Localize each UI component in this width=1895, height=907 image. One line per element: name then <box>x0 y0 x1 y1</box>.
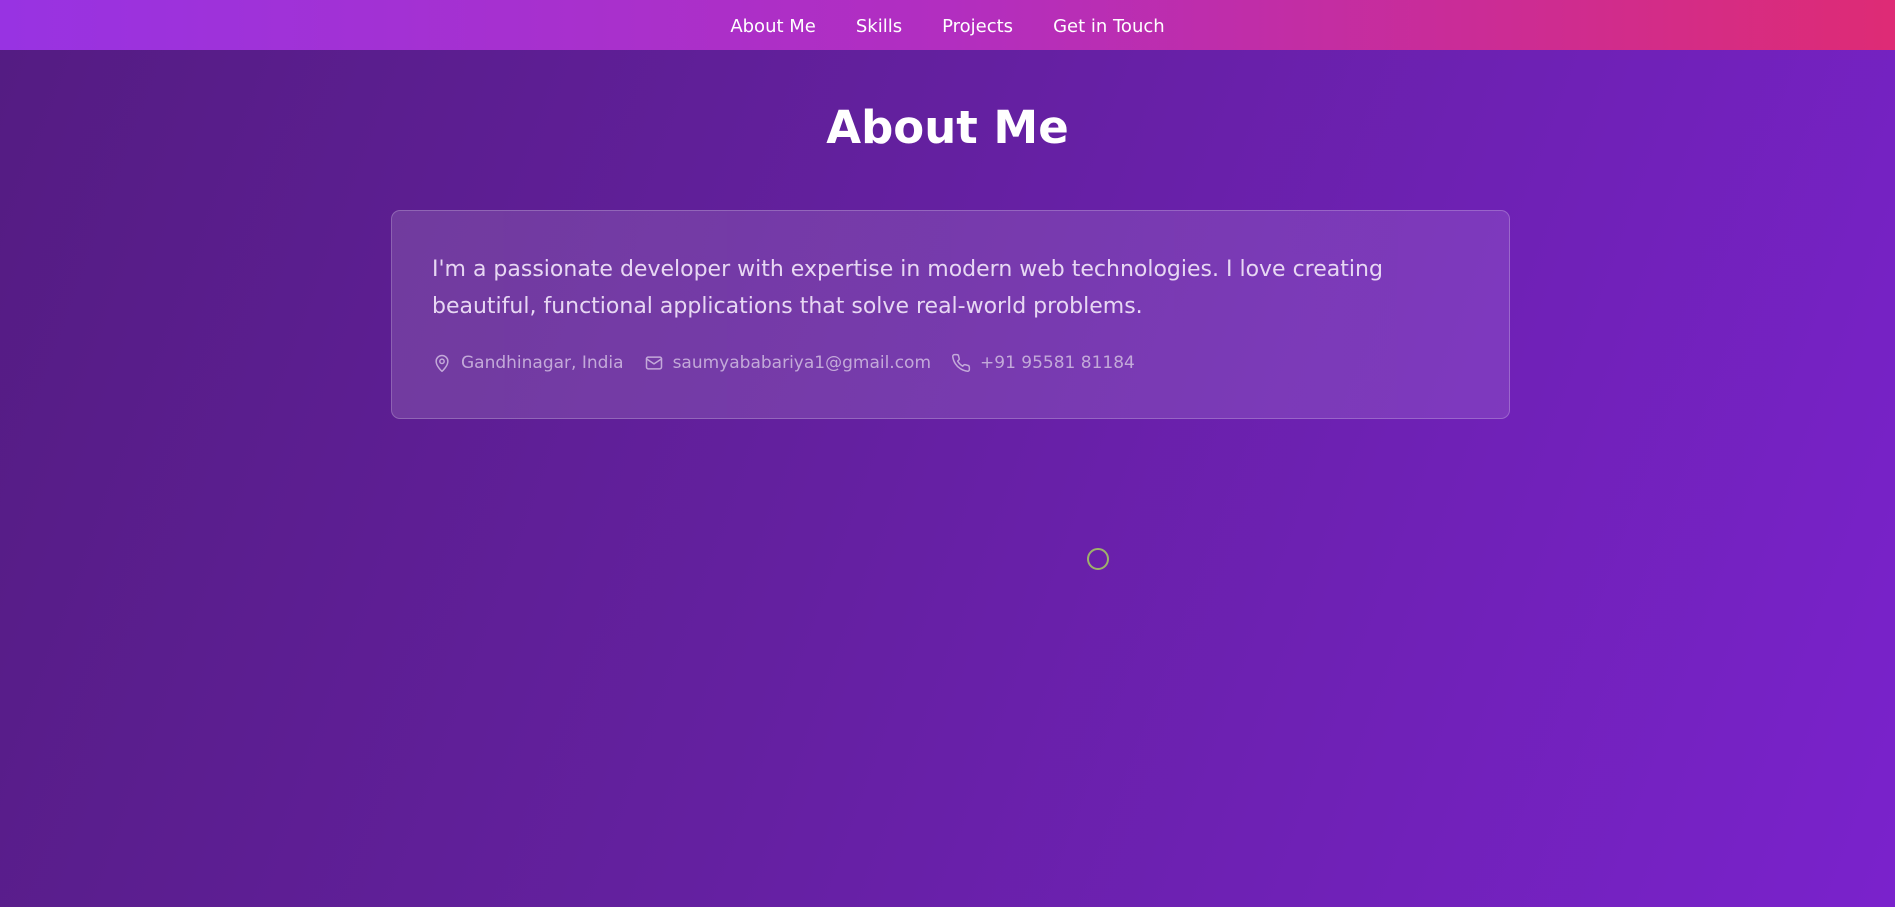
bio-text: I'm a passionate developer with expertis… <box>432 257 1383 319</box>
nav-links: About Me Skills Projects Get in Touch <box>730 14 1164 37</box>
contact-info: Gandhinagar, India saumyababariya1@gmail… <box>432 353 1469 373</box>
contact-phone: +91 95581 81184 <box>951 353 1135 373</box>
phone-text[interactable]: +91 95581 81184 <box>980 353 1135 373</box>
phone-icon <box>952 353 971 372</box>
nav-link-about[interactable]: About Me <box>730 16 816 37</box>
email-text[interactable]: saumyababariya1@gmail.com <box>673 353 931 373</box>
mail-icon <box>645 356 662 370</box>
cursor-ring <box>1087 548 1109 570</box>
location-text: Gandhinagar, India <box>461 353 624 373</box>
top-navbar: About Me Skills Projects Get in Touch <box>0 0 1895 50</box>
page-title: About Me <box>826 101 1069 154</box>
contact-location: Gandhinagar, India <box>432 353 624 373</box>
contact-email: saumyababariya1@gmail.com <box>644 353 931 373</box>
nav-link-contact[interactable]: Get in Touch <box>1053 16 1165 37</box>
nav-link-projects[interactable]: Projects <box>942 16 1013 37</box>
nav-link-skills[interactable]: Skills <box>856 16 902 37</box>
about-card: I'm a passionate developer with expertis… <box>391 210 1510 419</box>
map-pin-icon <box>435 354 449 373</box>
